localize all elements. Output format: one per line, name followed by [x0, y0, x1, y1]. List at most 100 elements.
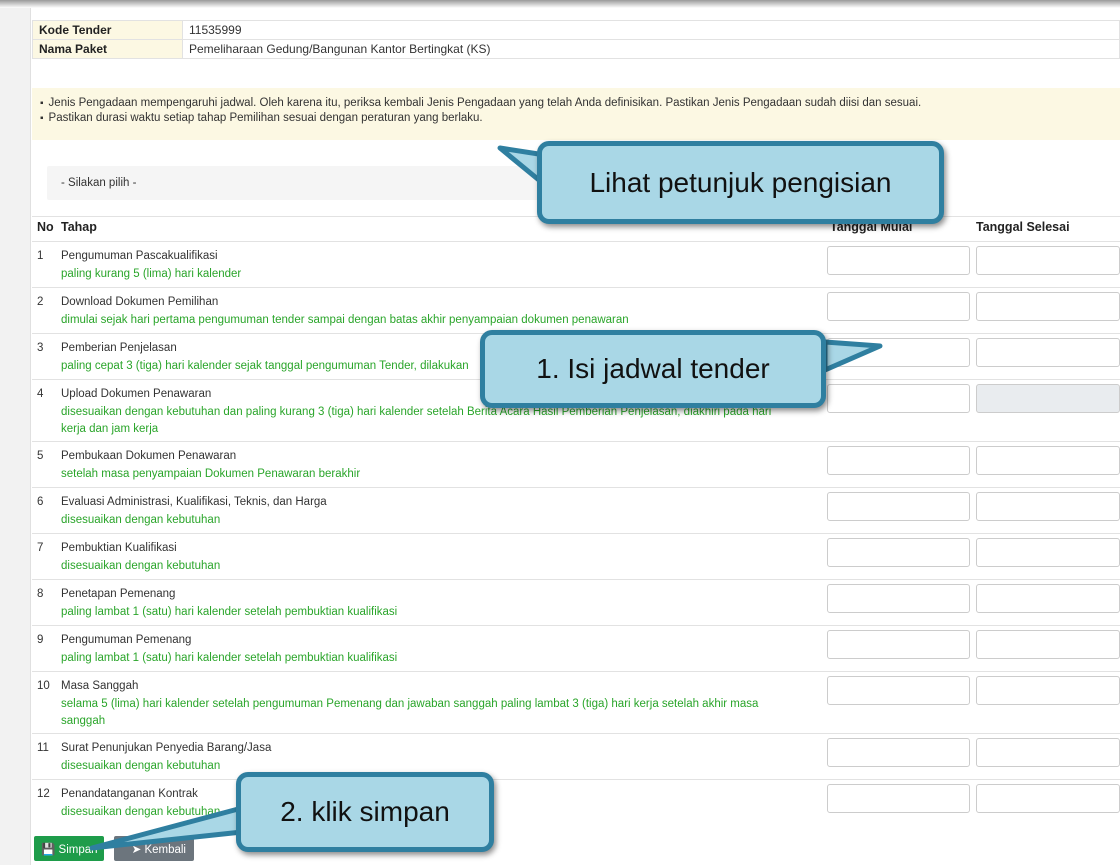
row-number: 6 [37, 496, 44, 508]
row-divider [32, 241, 1120, 242]
row-number: 10 [37, 680, 50, 692]
row-number: 11 [37, 742, 49, 754]
col-no-header: No [37, 220, 54, 234]
row-tahap-note: paling cepat 3 (tiga) hari kalender seja… [61, 360, 469, 372]
row-divider [32, 671, 1120, 672]
row-tahap-note: paling kurang 5 (lima) hari kalender [61, 268, 242, 280]
schedule-notice: Jenis Pengadaan mempengaruhi jadwal. Ole… [32, 88, 1120, 140]
col-tanggal-selesai-header: Tanggal Selesai [976, 220, 1070, 234]
kode-tender-value: 11535999 [182, 20, 1120, 40]
tanggal-mulai-input[interactable] [827, 584, 970, 613]
row-tahap-note-cont: sanggah [61, 715, 106, 727]
row-tahap-note: disesuaikan dengan kebutuhan [61, 806, 221, 818]
callout-klik-simpan: 2. klik simpan [236, 772, 494, 852]
row-tahap-name: Penandatanganan Kontrak [61, 788, 198, 800]
notice-item: Jenis Pengadaan mempengaruhi jadwal. Ole… [40, 96, 1120, 111]
kode-tender-label: Kode Tender [32, 20, 183, 40]
tanggal-selesai-input[interactable] [976, 446, 1120, 475]
col-tahap-header: Tahap [61, 220, 97, 234]
row-tahap-name: Penetapan Pemenang [61, 588, 176, 600]
tanggal-mulai-input[interactable] [827, 630, 970, 659]
row-number: 7 [37, 542, 44, 554]
row-number: 2 [37, 296, 44, 308]
simpan-button[interactable]: 💾 Simpan [34, 836, 104, 861]
row-tahap-note: disesuaikan dengan kebutuhan [61, 560, 221, 572]
tanggal-mulai-input[interactable] [827, 676, 970, 705]
kode-tender-row: Kode Tender 11535999 [32, 20, 1120, 40]
row-divider [32, 625, 1120, 626]
tanggal-selesai-input[interactable] [976, 784, 1120, 813]
notice-list: Jenis Pengadaan mempengaruhi jadwal. Ole… [40, 96, 1120, 126]
nama-paket-label: Nama Paket [32, 39, 183, 59]
tanggal-mulai-input[interactable] [827, 492, 970, 521]
row-divider [32, 533, 1120, 534]
kembali-label: Kembali [144, 843, 186, 856]
nama-paket-row: Nama Paket Pemeliharaan Gedung/Bangunan … [32, 39, 1120, 59]
tanggal-mulai-input[interactable] [827, 292, 970, 321]
callout-klik-simpan-text: 2. klik simpan [280, 796, 450, 827]
notice-item: Pastikan durasi waktu setiap tahap Pemil… [40, 111, 1120, 126]
row-tahap-name: Pengumuman Pemenang [61, 634, 192, 646]
tanggal-selesai-input[interactable] [976, 676, 1120, 705]
tanggal-selesai-input[interactable] [976, 292, 1120, 321]
row-tahap-note: paling lambat 1 (satu) hari kalender set… [61, 606, 398, 618]
callout-petunjuk-text: Lihat petunjuk pengisian [589, 166, 892, 198]
simpan-label: Simpan [58, 843, 98, 856]
row-tahap-name: Pemberian Penjelasan [61, 342, 177, 354]
back-icon: ➤ [131, 843, 142, 856]
tanggal-mulai-input[interactable] [827, 784, 970, 813]
row-tahap-name: Upload Dokumen Penawaran [61, 388, 212, 400]
tanggal-selesai-input[interactable] [976, 538, 1120, 567]
tanggal-selesai-input[interactable] [976, 338, 1120, 367]
row-tahap-name: Pembuktian Kualifikasi [61, 542, 177, 554]
tanggal-mulai-input[interactable] [827, 384, 970, 413]
row-tahap-name: Pembukaan Dokumen Penawaran [61, 450, 237, 462]
row-tahap-note: dimulai sejak hari pertama pengumuman te… [61, 314, 629, 326]
tender-info-table: Kode Tender 11535999 Nama Paket Pemeliha… [32, 20, 1120, 59]
row-number: 5 [37, 450, 44, 462]
top-shadow [0, 0, 1120, 8]
row-tahap-name: Download Dokumen Pemilihan [61, 296, 219, 308]
left-frame-edge [0, 0, 31, 865]
row-number: 12 [37, 788, 50, 800]
row-number: 1 [37, 250, 44, 262]
row-divider [32, 441, 1120, 442]
row-number: 3 [37, 342, 44, 354]
callout-isi-jadwal-text: 1. Isi jadwal tender [536, 353, 770, 384]
row-tahap-name: Pengumuman Pascakualifikasi [61, 250, 218, 262]
row-number: 8 [37, 588, 44, 600]
tanggal-selesai-input[interactable] [976, 738, 1120, 767]
row-number: 4 [37, 388, 44, 400]
tanggal-mulai-input[interactable] [827, 446, 970, 475]
tanggal-mulai-input[interactable] [827, 246, 970, 275]
row-number: 9 [37, 634, 44, 646]
tanggal-mulai-input[interactable] [827, 538, 970, 567]
row-tahap-name: Masa Sanggah [61, 680, 139, 692]
row-divider [32, 733, 1120, 734]
row-tahap-note: disesuaikan dengan kebutuhan [61, 514, 221, 526]
row-tahap-note: disesuaikan dengan kebutuhan [61, 760, 221, 772]
tanggal-mulai-input[interactable] [827, 738, 970, 767]
row-tahap-note: setelah masa penyampaian Dokumen Penawar… [61, 468, 361, 480]
tanggal-selesai-input[interactable] [976, 492, 1120, 521]
select-value: - Silakan pilih - [61, 177, 137, 189]
tanggal-selesai-input [976, 384, 1120, 413]
tanggal-selesai-input[interactable] [976, 630, 1120, 659]
tanggal-selesai-input[interactable] [976, 246, 1120, 275]
callout-petunjuk: Lihat petunjuk pengisian [537, 141, 944, 224]
row-tahap-note: selama 5 (lima) hari kalender setelah pe… [61, 698, 759, 710]
row-divider [32, 487, 1120, 488]
nama-paket-value: Pemeliharaan Gedung/Bangunan Kantor Bert… [182, 39, 1120, 59]
save-icon: 💾 [41, 843, 56, 856]
row-tahap-note-cont: kerja dan jam kerja [61, 423, 159, 435]
row-divider [32, 287, 1120, 288]
row-divider [32, 579, 1120, 580]
callout-isi-jadwal: 1. Isi jadwal tender [480, 330, 826, 408]
row-tahap-note: paling lambat 1 (satu) hari kalender set… [61, 652, 398, 664]
tanggal-selesai-input[interactable] [976, 584, 1120, 613]
kembali-button[interactable]: ➤ Kembali [114, 836, 194, 861]
row-divider [32, 779, 1120, 780]
row-tahap-name: Surat Penunjukan Penyedia Barang/Jasa [61, 742, 272, 754]
tanggal-mulai-input[interactable] [827, 338, 970, 367]
row-tahap-name: Evaluasi Administrasi, Kualifikasi, Tekn… [61, 496, 327, 508]
